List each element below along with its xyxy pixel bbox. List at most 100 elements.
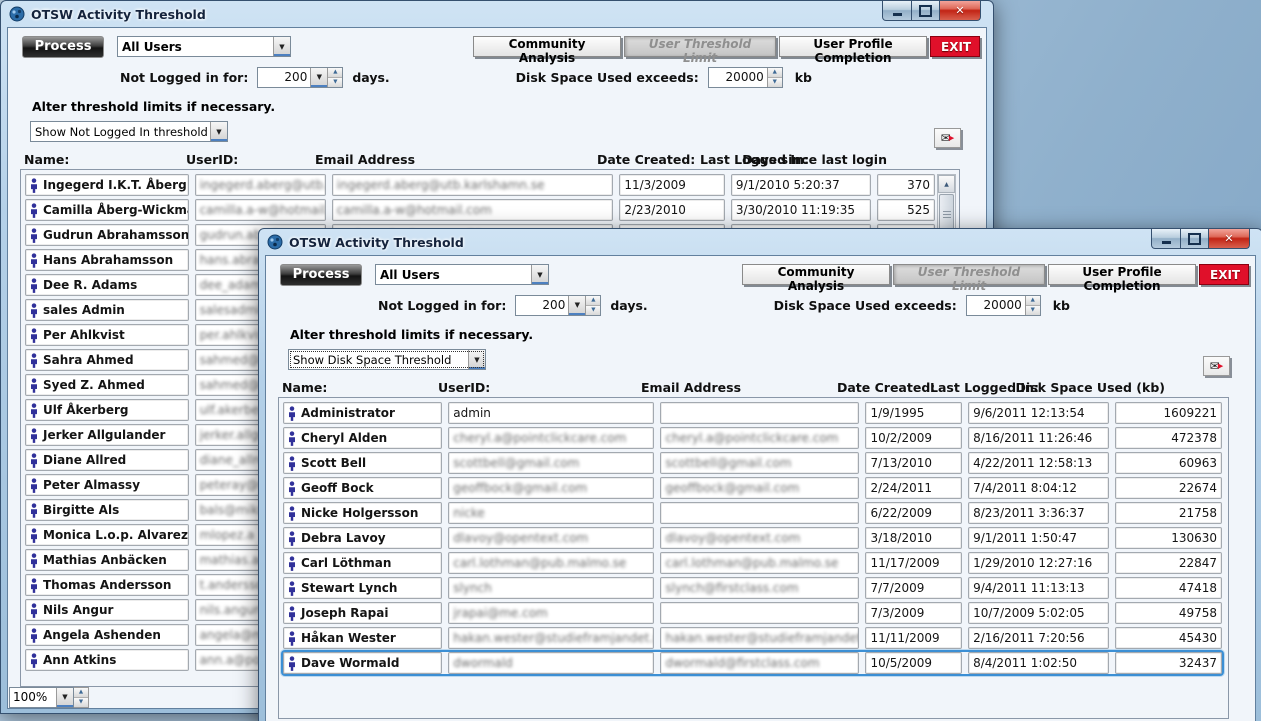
user-filter-dropdown[interactable]: All Users ▼ — [375, 264, 549, 285]
email-cell: scottbell@gmail.com — [660, 452, 859, 474]
userid-cell: admin — [448, 402, 654, 424]
not-logged-days-input[interactable]: 200 ▼ ▲▼ — [515, 295, 601, 316]
dropdown-arrow-icon[interactable]: ▼ — [273, 37, 290, 56]
userid-cell: ingegerd.aberg@utb.karlshamn.se — [195, 174, 326, 196]
header-email: Email Address — [641, 380, 831, 395]
user-name-cell: Geoff Bock — [283, 477, 442, 499]
last-logged-in-cell: 1/29/2010 12:27:16 — [968, 552, 1109, 574]
userid-cell: hakan.wester@studieframjandet.se — [448, 627, 654, 649]
user-profile-completion-button[interactable]: User Profile Completion — [779, 36, 927, 57]
value-cell: 47418 — [1115, 577, 1222, 599]
community-analysis-button[interactable]: Community Analysis — [473, 36, 621, 57]
spin-up-icon: ▲ — [74, 688, 88, 697]
person-icon — [288, 506, 296, 521]
close-icon: ✕ — [955, 4, 964, 17]
toolbar: Process All Users ▼ Community Analysis U… — [22, 36, 980, 57]
not-logged-days-value: 200 — [516, 298, 568, 312]
user-name-cell: Jerker Allgulander — [25, 424, 189, 446]
table-row[interactable]: Cheryl Aldencheryl.a@pointclickcare.comc… — [283, 427, 1222, 449]
value-cell: 22674 — [1115, 477, 1222, 499]
scroll-up-button[interactable]: ▲ — [938, 175, 955, 193]
maximize-button[interactable] — [1181, 229, 1209, 249]
header-disk-space-used: Disk Space Used (kb) — [1068, 380, 1165, 395]
table-row[interactable]: Geoff Bockgeoffbock@gmail.comgeoffbock@g… — [283, 477, 1222, 499]
threshold-view-dropdown[interactable]: Show Disk Space Threshold ▼ — [288, 349, 486, 370]
dropdown-arrow-icon[interactable]: ▼ — [568, 296, 585, 315]
date-created-cell: 2/23/2010 — [619, 199, 724, 221]
person-icon — [30, 503, 38, 518]
dropdown-arrow-icon[interactable]: ▼ — [310, 68, 327, 87]
table-row[interactable]: Håkan Westerhakan.wester@studieframjande… — [283, 627, 1222, 649]
email-cell: hakan.wester@studieframjandet.se — [660, 627, 859, 649]
scroll-up-icon: ▲ — [944, 181, 949, 188]
table-row[interactable]: Nicke Holgerssonnicke6/22/20098/23/2011 … — [283, 502, 1222, 524]
days-spinner[interactable]: ▲▼ — [585, 296, 600, 315]
dropdown-arrow-icon[interactable]: ▼ — [531, 265, 548, 284]
last-logged-in-cell: 9/6/2011 12:13:54 — [968, 402, 1109, 424]
dropdown-arrow-icon[interactable]: ▼ — [468, 350, 485, 369]
dropdown-arrow-icon[interactable]: ▼ — [210, 122, 227, 141]
caption-buttons: ✕ — [882, 1, 981, 21]
table-row[interactable]: Camilla Åberg-Wickmancamilla.a-w@hotmail… — [25, 199, 935, 221]
user-name-cell: Sahra Ahmed — [25, 349, 189, 371]
table-row[interactable]: Administratoradmin1/9/19959/6/2011 12:13… — [283, 402, 1222, 424]
close-button[interactable]: ✕ — [1209, 229, 1250, 249]
alter-threshold-label: Alter threshold limits if necessary. — [290, 327, 1255, 342]
last-logged-in-cell: 7/4/2011 8:04:12 — [968, 477, 1109, 499]
kb-spinner[interactable]: ▲▼ — [767, 68, 782, 87]
disk-space-input[interactable]: 20000 ▲▼ — [966, 295, 1041, 316]
person-icon — [30, 353, 38, 368]
back-titlebar[interactable]: OTSW Activity Threshold ✕ — [1, 1, 993, 27]
threshold-view-dropdown[interactable]: Show Not Logged In threshold ▼ — [30, 121, 228, 142]
process-button[interactable]: Process — [280, 264, 362, 286]
user-threshold-limit-button: User Threshold Limit — [893, 264, 1045, 285]
user-name-cell: sales Admin — [25, 299, 189, 321]
person-icon — [30, 328, 38, 343]
disk-space-input[interactable]: 20000 ▲▼ — [708, 67, 783, 88]
maximize-button[interactable] — [912, 1, 940, 21]
not-logged-days-input[interactable]: 200 ▼ ▲▼ — [257, 67, 343, 88]
table-row[interactable]: Scott Bellscottbell@gmail.comscottbell@g… — [283, 452, 1222, 474]
date-created-cell: 10/5/2009 — [865, 652, 962, 674]
table-row[interactable]: Joseph Rapaijrapai@me.com7/3/200910/7/20… — [283, 602, 1222, 624]
email-button[interactable]: ✉ ▶ — [934, 128, 961, 148]
person-icon — [288, 406, 296, 421]
table-row[interactable]: Stewart Lynchslynchslynch@firstclass.com… — [283, 577, 1222, 599]
front-titlebar[interactable]: OTSW Activity Threshold ✕ — [259, 229, 1261, 255]
user-filter-dropdown[interactable]: All Users ▼ — [117, 36, 291, 57]
zoom-spinner[interactable]: ▲▼ — [74, 687, 89, 708]
user-name-cell: Ingegerd I.K.T. Åberg — [25, 174, 189, 196]
dropdown-arrow-icon[interactable]: ▼ — [56, 688, 73, 707]
table-row[interactable]: Debra Lavoydlavoy@opentext.comdlavoy@ope… — [283, 527, 1222, 549]
email-cell: dwormald@firstclass.com — [660, 652, 859, 674]
exit-button[interactable]: EXIT — [1199, 264, 1249, 285]
user-name-cell: Angela Ashenden — [25, 624, 189, 646]
person-icon — [30, 228, 38, 243]
email-button[interactable]: ✉ ▶ — [1203, 356, 1230, 376]
spin-down-icon: ▼ — [328, 77, 342, 87]
person-icon — [288, 606, 296, 621]
community-analysis-button[interactable]: Community Analysis — [742, 264, 890, 285]
minimize-button[interactable] — [882, 1, 912, 21]
user-profile-completion-button[interactable]: User Profile Completion — [1048, 264, 1196, 285]
kb-spinner[interactable]: ▲▼ — [1025, 296, 1040, 315]
spin-down-icon: ▼ — [1026, 305, 1040, 315]
person-icon — [30, 203, 38, 218]
close-button[interactable]: ✕ — [940, 1, 981, 21]
front-window: OTSW Activity Threshold ✕ Process All Us… — [258, 228, 1261, 721]
process-button[interactable]: Process — [22, 36, 104, 58]
table-row[interactable]: Carl Löthmancarl.lothman@pub.malmo.secar… — [283, 552, 1222, 574]
email-arrow-icon: ▶ — [1218, 363, 1223, 370]
zoom-level-control[interactable]: 100% ▼ ▲▼ — [9, 687, 89, 707]
exit-button[interactable]: EXIT — [930, 36, 980, 57]
user-name-cell: Hans Abrahamsson — [25, 249, 189, 271]
front-window-content: Process All Users ▼ Community Analysis U… — [265, 255, 1256, 721]
person-icon — [30, 278, 38, 293]
last-logged-in-cell: 9/4/2011 11:13:13 — [968, 577, 1109, 599]
user-filter-value: All Users — [118, 40, 273, 54]
minimize-button[interactable] — [1151, 229, 1181, 249]
table-row[interactable]: Dave Wormalddwormalddwormald@firstclass.… — [283, 652, 1222, 674]
close-icon: ✕ — [1224, 232, 1233, 245]
table-row[interactable]: Ingegerd I.K.T. Åberg ingegerd.aberg@utb.… — [25, 174, 935, 196]
days-spinner[interactable]: ▲▼ — [327, 68, 342, 87]
